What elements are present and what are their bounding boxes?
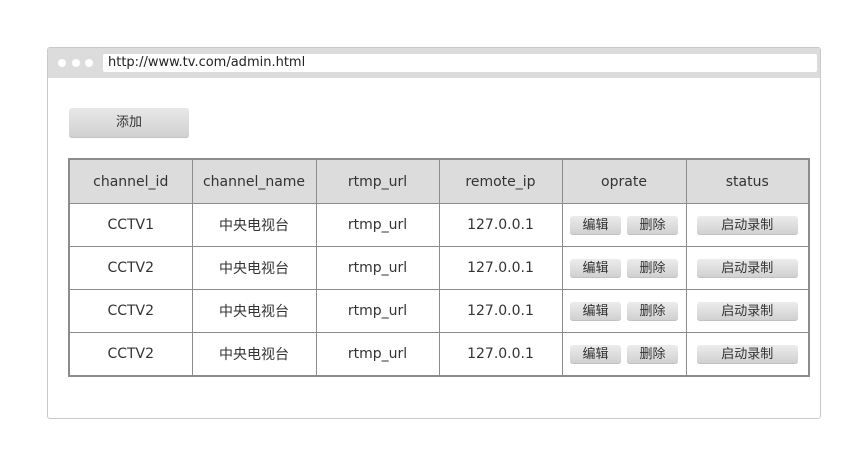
- delete-button[interactable]: 删除: [627, 258, 678, 278]
- delete-button[interactable]: 删除: [627, 301, 678, 321]
- edit-button[interactable]: 编辑: [570, 258, 621, 278]
- window-control-dot[interactable]: [58, 59, 66, 67]
- cell-oprate: 编辑 删除: [561, 332, 687, 377]
- cell-oprate: 编辑 删除: [561, 203, 687, 247]
- start-recording-button[interactable]: 启动录制: [696, 215, 798, 235]
- cell-oprate: 编辑 删除: [561, 289, 687, 333]
- table-header-row: channel_id channel_name rtmp_url remote_…: [68, 158, 810, 204]
- column-header-rtmp-url: rtmp_url: [315, 158, 440, 204]
- cell-rtmp-url: rtmp_url: [315, 203, 440, 247]
- delete-button[interactable]: 删除: [627, 344, 678, 364]
- window-control-dot[interactable]: [85, 59, 93, 67]
- cell-rtmp-url: rtmp_url: [315, 246, 440, 290]
- delete-button[interactable]: 删除: [627, 215, 678, 235]
- cell-rtmp-url: rtmp_url: [315, 289, 440, 333]
- cell-channel-id: CCTV2: [68, 332, 193, 377]
- cell-channel-name: 中央电视台: [191, 289, 317, 333]
- edit-button[interactable]: 编辑: [570, 301, 621, 321]
- cell-channel-id: CCTV2: [68, 289, 193, 333]
- address-bar[interactable]: http://www.tv.com/admin.html: [103, 54, 817, 72]
- cell-status: 启动录制: [685, 332, 810, 377]
- edit-button[interactable]: 编辑: [570, 215, 621, 235]
- cell-channel-id: CCTV2: [68, 246, 193, 290]
- table-row: CCTV1 中央电视台 rtmp_url 127.0.0.1 编辑 删除 启动录制: [68, 203, 810, 247]
- channel-table: channel_id channel_name rtmp_url remote_…: [68, 158, 810, 377]
- edit-button[interactable]: 编辑: [570, 344, 621, 364]
- table-row: CCTV2 中央电视台 rtmp_url 127.0.0.1 编辑 删除 启动录制: [68, 246, 810, 290]
- cell-rtmp-url: rtmp_url: [315, 332, 440, 377]
- column-header-channel-id: channel_id: [68, 158, 193, 204]
- column-header-status: status: [685, 158, 810, 204]
- browser-toolbar: http://www.tv.com/admin.html: [48, 48, 820, 78]
- start-recording-button[interactable]: 启动录制: [696, 301, 798, 321]
- start-recording-button[interactable]: 启动录制: [696, 344, 798, 364]
- cell-status: 启动录制: [685, 246, 810, 290]
- cell-remote-ip: 127.0.0.1: [438, 332, 563, 377]
- column-header-oprate: oprate: [561, 158, 687, 204]
- window-control-dot[interactable]: [72, 59, 80, 67]
- cell-channel-id: CCTV1: [68, 203, 193, 247]
- table-row: CCTV2 中央电视台 rtmp_url 127.0.0.1 编辑 删除 启动录制: [68, 289, 810, 333]
- cell-channel-name: 中央电视台: [191, 332, 317, 377]
- cell-channel-name: 中央电视台: [191, 203, 317, 247]
- start-recording-button[interactable]: 启动录制: [696, 258, 798, 278]
- cell-remote-ip: 127.0.0.1: [438, 203, 563, 247]
- column-header-channel-name: channel_name: [191, 158, 317, 204]
- add-button[interactable]: 添加: [69, 108, 189, 138]
- cell-remote-ip: 127.0.0.1: [438, 289, 563, 333]
- table-row: CCTV2 中央电视台 rtmp_url 127.0.0.1 编辑 删除 启动录制: [68, 332, 810, 377]
- cell-oprate: 编辑 删除: [561, 246, 687, 290]
- cell-remote-ip: 127.0.0.1: [438, 246, 563, 290]
- cell-status: 启动录制: [685, 289, 810, 333]
- cell-channel-name: 中央电视台: [191, 246, 317, 290]
- cell-status: 启动录制: [685, 203, 810, 247]
- column-header-remote-ip: remote_ip: [438, 158, 563, 204]
